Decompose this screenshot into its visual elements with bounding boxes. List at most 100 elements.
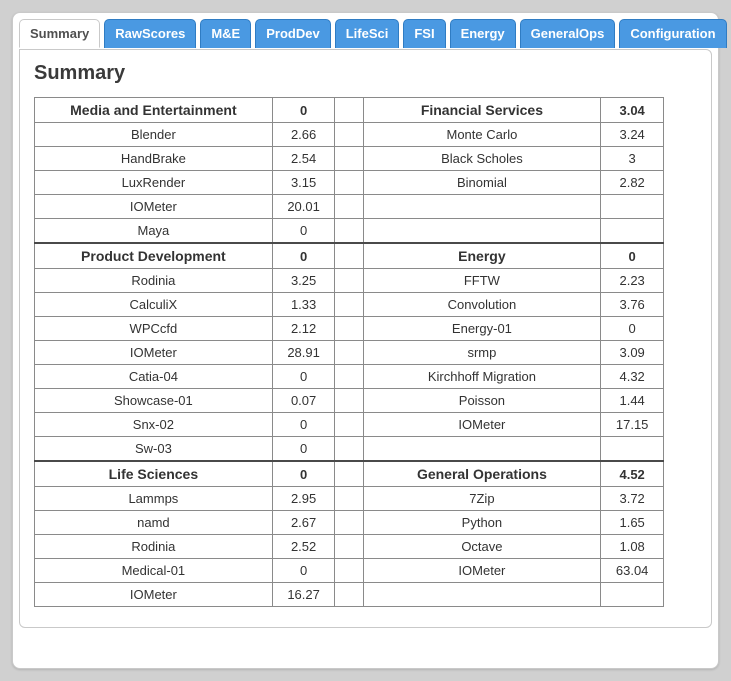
- metric-value-right: 3.76: [601, 293, 664, 317]
- table-spacer: [335, 195, 363, 219]
- metric-name-left: Showcase-01: [35, 389, 273, 413]
- metric-value-left: 0: [272, 437, 335, 462]
- category-score-right: 4.52: [601, 461, 664, 487]
- table-spacer: [335, 293, 363, 317]
- tab-config[interactable]: Configuration: [619, 19, 726, 48]
- table-spacer: [335, 583, 363, 607]
- metric-name-left: Lammps: [35, 487, 273, 511]
- metric-name-left: HandBrake: [35, 147, 273, 171]
- tab-rawscores[interactable]: RawScores: [104, 19, 196, 48]
- metric-name-right: Kirchhoff Migration: [363, 365, 601, 389]
- table-spacer: [335, 317, 363, 341]
- metric-name-right: IOMeter: [363, 413, 601, 437]
- metric-value-right: [601, 219, 664, 244]
- table-spacer: [335, 123, 363, 147]
- tab-summary[interactable]: Summary: [19, 19, 100, 48]
- metric-name-right: [363, 583, 601, 607]
- category-header-left: Life Sciences: [35, 461, 273, 487]
- tab-generalops[interactable]: GeneralOps: [520, 19, 616, 48]
- table-spacer: [335, 269, 363, 293]
- summary-table: Media and Entertainment0Financial Servic…: [34, 97, 664, 607]
- table-spacer: [335, 437, 363, 462]
- table-spacer: [335, 98, 363, 123]
- metric-value-right: 3.09: [601, 341, 664, 365]
- category-header-right: Energy: [363, 243, 601, 269]
- category-score-left: 0: [272, 243, 335, 269]
- metric-value-right: [601, 583, 664, 607]
- tab-content: Summary Media and Entertainment0Financia…: [19, 49, 712, 628]
- metric-name-right: Energy-01: [363, 317, 601, 341]
- metric-value-left: 3.25: [272, 269, 335, 293]
- metric-value-right: 63.04: [601, 559, 664, 583]
- metric-value-left: 1.33: [272, 293, 335, 317]
- metric-value-left: 0.07: [272, 389, 335, 413]
- metric-name-right: FFTW: [363, 269, 601, 293]
- metric-value-left: 3.15: [272, 171, 335, 195]
- metric-value-left: 20.01: [272, 195, 335, 219]
- tab-proddev[interactable]: ProdDev: [255, 19, 330, 48]
- tab-me[interactable]: M&E: [200, 19, 251, 48]
- metric-value-left: 2.12: [272, 317, 335, 341]
- metric-value-right: 2.82: [601, 171, 664, 195]
- metric-value-left: 16.27: [272, 583, 335, 607]
- metric-name-left: namd: [35, 511, 273, 535]
- metric-value-right: 1.65: [601, 511, 664, 535]
- metric-name-left: IOMeter: [35, 341, 273, 365]
- table-spacer: [335, 413, 363, 437]
- table-spacer: [335, 511, 363, 535]
- metric-name-right: Monte Carlo: [363, 123, 601, 147]
- metric-value-right: 1.44: [601, 389, 664, 413]
- category-header-left: Media and Entertainment: [35, 98, 273, 123]
- metric-value-left: 2.52: [272, 535, 335, 559]
- table-spacer: [335, 461, 363, 487]
- metric-name-left: WPCcfd: [35, 317, 273, 341]
- table-spacer: [335, 171, 363, 195]
- metric-name-left: Catia-04: [35, 365, 273, 389]
- table-spacer: [335, 559, 363, 583]
- metric-name-left: Maya: [35, 219, 273, 244]
- metric-name-left: Rodinia: [35, 535, 273, 559]
- table-spacer: [335, 487, 363, 511]
- metric-name-left: Rodinia: [35, 269, 273, 293]
- category-score-right: 3.04: [601, 98, 664, 123]
- category-header-right: Financial Services: [363, 98, 601, 123]
- metric-name-right: Python: [363, 511, 601, 535]
- metric-value-left: 2.95: [272, 487, 335, 511]
- metric-name-left: LuxRender: [35, 171, 273, 195]
- metric-name-right: IOMeter: [363, 559, 601, 583]
- metric-value-left: 0: [272, 413, 335, 437]
- tab-energy[interactable]: Energy: [450, 19, 516, 48]
- table-spacer: [335, 147, 363, 171]
- metric-name-right: Poisson: [363, 389, 601, 413]
- metric-value-right: 3.72: [601, 487, 664, 511]
- metric-name-left: CalculiX: [35, 293, 273, 317]
- category-score-left: 0: [272, 98, 335, 123]
- metric-value-right: 2.23: [601, 269, 664, 293]
- tab-fsi[interactable]: FSI: [403, 19, 445, 48]
- category-score-left: 0: [272, 461, 335, 487]
- metric-value-right: [601, 195, 664, 219]
- metric-name-right: [363, 437, 601, 462]
- metric-name-right: [363, 219, 601, 244]
- table-spacer: [335, 389, 363, 413]
- tab-lifesci[interactable]: LifeSci: [335, 19, 400, 48]
- metric-name-right: Black Scholes: [363, 147, 601, 171]
- metric-value-right: 4.32: [601, 365, 664, 389]
- metric-name-right: Convolution: [363, 293, 601, 317]
- category-header-right: General Operations: [363, 461, 601, 487]
- category-header-left: Product Development: [35, 243, 273, 269]
- metric-name-left: Medical-01: [35, 559, 273, 583]
- metric-value-right: 1.08: [601, 535, 664, 559]
- metric-name-left: Sw-03: [35, 437, 273, 462]
- metric-name-left: Blender: [35, 123, 273, 147]
- tab-bar: SummaryRawScoresM&EProdDevLifeSciFSIEner…: [19, 19, 712, 48]
- table-spacer: [335, 243, 363, 269]
- metric-name-left: Snx-02: [35, 413, 273, 437]
- metric-name-right: srmp: [363, 341, 601, 365]
- page-title: Summary: [34, 62, 697, 85]
- metric-value-right: [601, 437, 664, 462]
- metric-value-left: 28.91: [272, 341, 335, 365]
- metric-value-right: 17.15: [601, 413, 664, 437]
- metric-value-left: 0: [272, 219, 335, 244]
- metric-name-right: 7Zip: [363, 487, 601, 511]
